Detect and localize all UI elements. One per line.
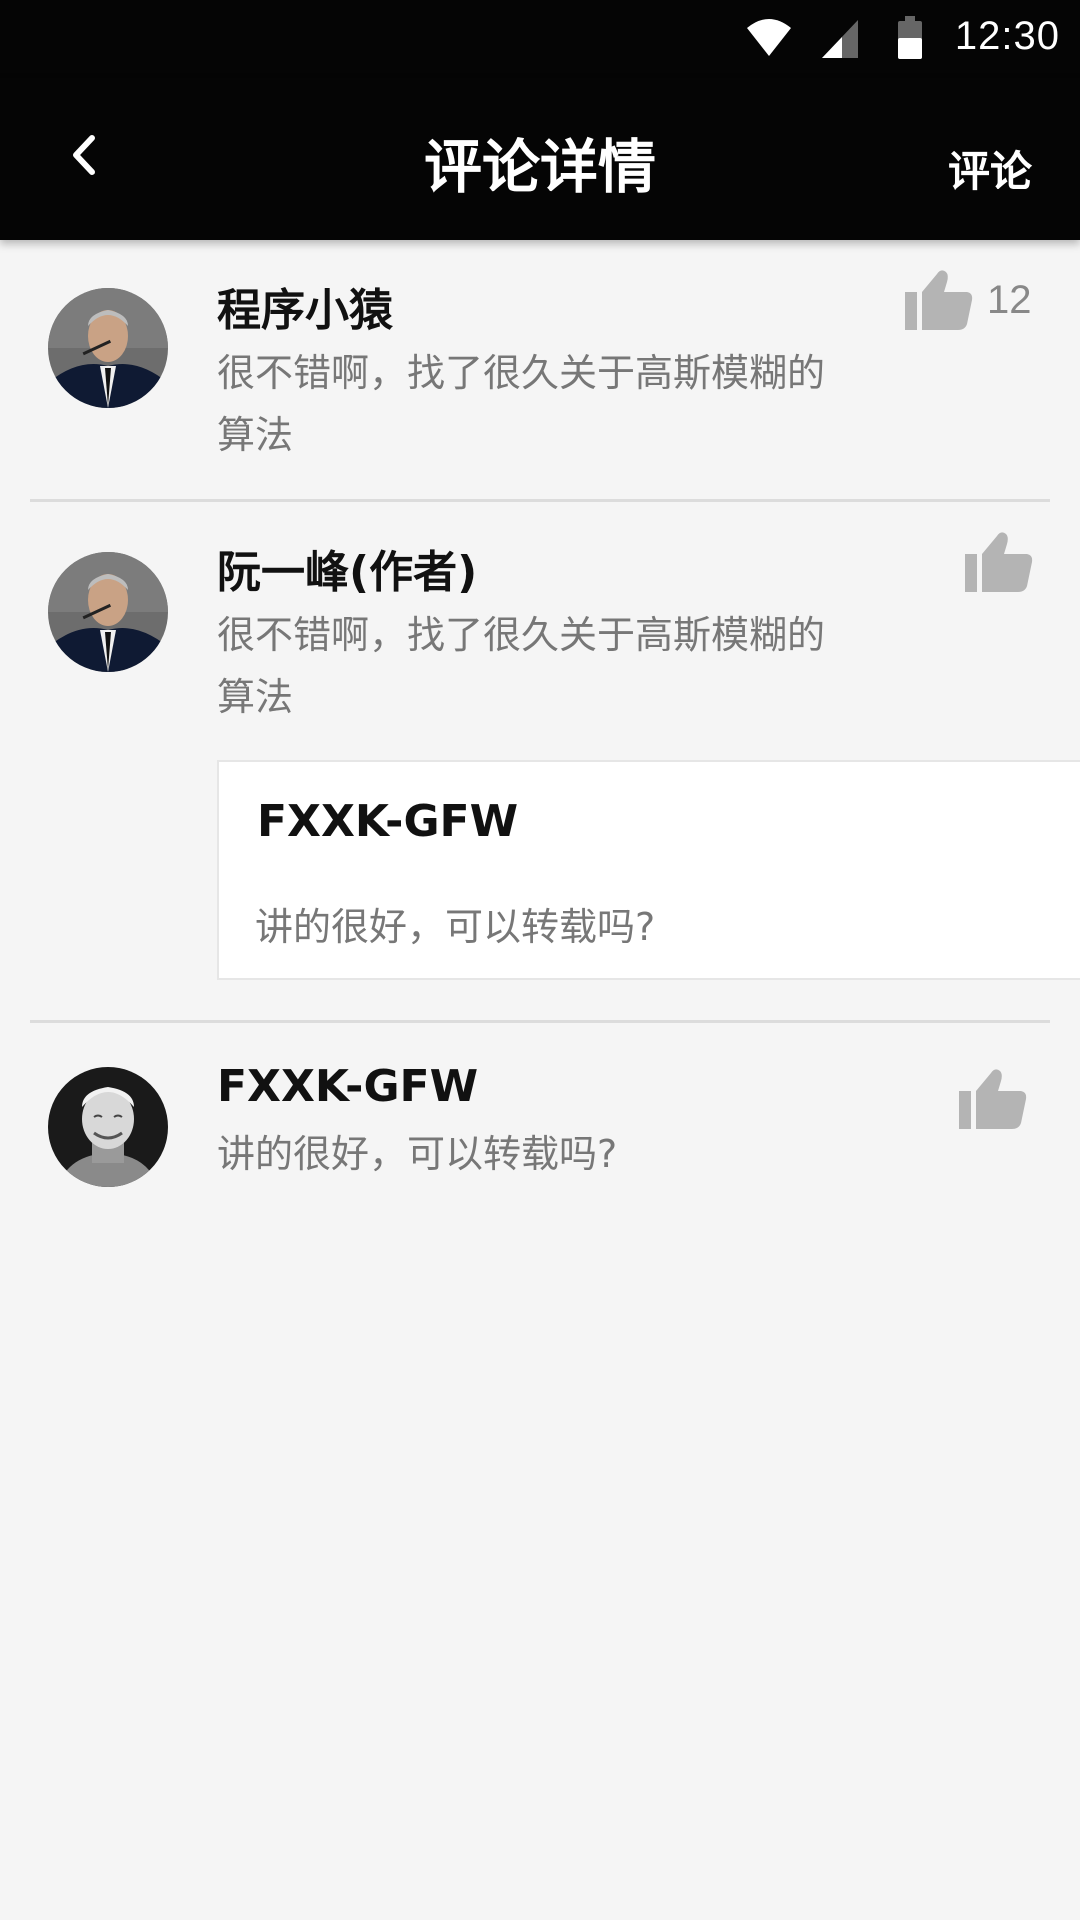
- battery-icon: [898, 16, 922, 59]
- thumbs-up-icon: [965, 532, 1033, 592]
- signal-icon: [822, 20, 858, 58]
- comment-item: FXXK-GFW 讲的很好，可以转载吗?: [0, 1023, 1080, 1223]
- reply-card[interactable]: FXXK-GFW 讲的很好，可以转载吗?: [217, 760, 1080, 980]
- username[interactable]: 阮一峰(作者): [217, 536, 477, 600]
- reply-text: 讲的很好，可以转载吗?: [255, 905, 656, 949]
- page-title: 评论详情: [423, 133, 656, 201]
- status-bar: 12:30: [0, 0, 1080, 78]
- like-button[interactable]: [965, 530, 1033, 594]
- like-button[interactable]: [959, 1067, 1027, 1131]
- avatar[interactable]: [48, 552, 168, 672]
- reply-username[interactable]: FXXK-GFW: [257, 796, 518, 847]
- like-button[interactable]: 12: [905, 268, 1032, 332]
- comment-text: 很不错啊，找了很久关于高斯模糊的算法: [217, 613, 826, 719]
- comment-text: 讲的很好，可以转载吗?: [217, 1132, 618, 1176]
- status-time: 12:30: [954, 14, 1060, 58]
- comment-item: 程序小猿 很不错啊，找了很久关于高斯模糊的算法 12: [0, 240, 1080, 502]
- wifi-icon: [747, 19, 791, 56]
- thumbs-up-icon: [959, 1069, 1027, 1129]
- avatar[interactable]: [48, 288, 168, 408]
- like-count: 12: [987, 277, 1032, 322]
- comment-button[interactable]: 评论: [948, 138, 1032, 199]
- app-bar: 评论详情 评论: [0, 78, 1080, 240]
- comment-detail-screen: 12:30 评论详情 评论 程序小猿 很不错啊，找了很久关于高斯模糊的算法 12…: [0, 0, 1080, 1920]
- comment-text: 很不错啊，找了很久关于高斯模糊的算法: [217, 351, 826, 457]
- avatar[interactable]: [48, 1067, 168, 1187]
- thumbs-up-icon: [905, 270, 973, 330]
- username[interactable]: 程序小猿: [217, 274, 393, 338]
- username[interactable]: FXXK-GFW: [217, 1061, 478, 1112]
